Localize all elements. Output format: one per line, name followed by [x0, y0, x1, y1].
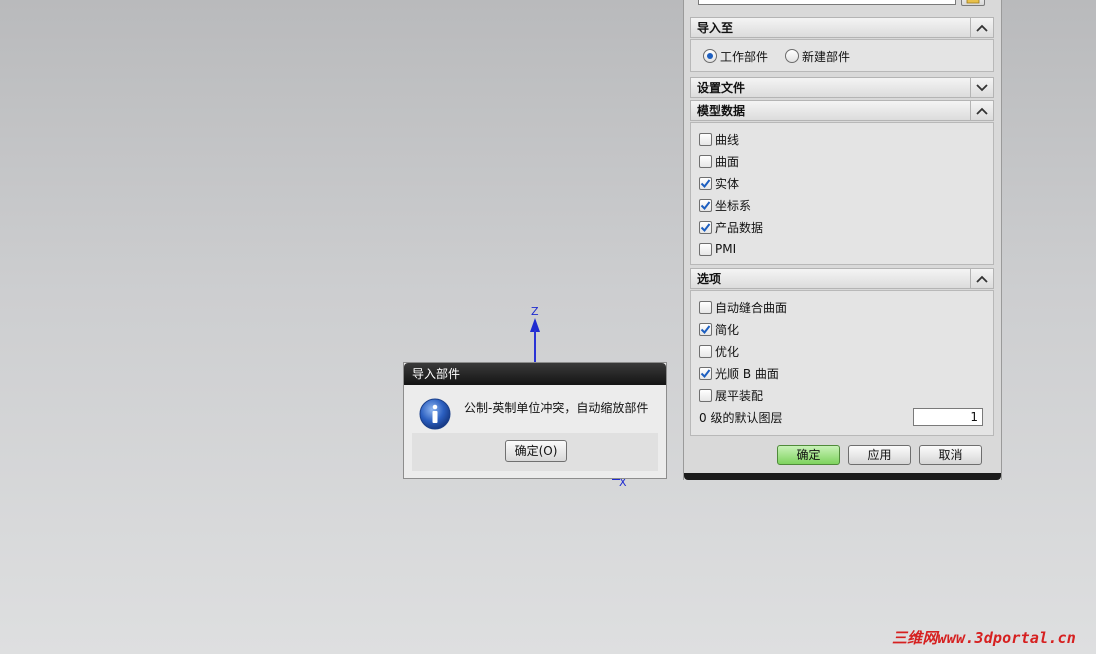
z-axis-line	[534, 330, 536, 364]
checkbox-unchecked-icon	[699, 132, 712, 146]
collapse-model-data-button[interactable]	[970, 101, 993, 120]
checkbox-solids[interactable]: 实体	[699, 173, 739, 193]
checkbox-csys-label: 坐标系	[715, 198, 752, 213]
chevron-up-icon	[976, 275, 988, 283]
checkbox-checked-icon	[699, 176, 712, 190]
checkbox-optimize-label: 优化	[715, 344, 740, 359]
checkbox-simplify[interactable]: 简化	[699, 319, 739, 339]
dialog-ok-button[interactable]: 确定(O)	[505, 440, 567, 462]
cancel-button[interactable]: 取消	[919, 445, 982, 465]
import-part-dialog: 导入部件 公制-英制单位冲突，自动缩放部件 确定(O)	[403, 362, 667, 479]
browse-folder-button[interactable]	[961, 0, 985, 6]
radio-work-part-label: 工作部件	[720, 49, 769, 64]
settings-file-header[interactable]: 设置文件	[690, 77, 994, 98]
chevron-up-icon	[976, 107, 988, 115]
radio-unselected-icon	[785, 49, 799, 63]
checkbox-unchecked-icon	[699, 388, 712, 402]
checkbox-simplify-label: 简化	[715, 322, 740, 337]
folder-icon	[966, 0, 980, 4]
options-body: 自动缝合曲面 简化 优化 光顺 B 曲面 展平装配 0 级的默认图层 1	[690, 290, 994, 436]
model-data-body: 曲线 曲面 实体 坐标系 产品数据 PMI	[690, 122, 994, 265]
checkbox-product-data[interactable]: 产品数据	[699, 217, 763, 237]
import-to-title: 导入至	[697, 21, 734, 35]
default-layer-label: 0 级的默认图层	[699, 410, 783, 425]
import-to-header[interactable]: 导入至	[690, 17, 994, 38]
default-layer-input[interactable]: 1	[913, 408, 983, 426]
import-options-panel: 导入至 工作部件 新建部件 设置文件 模型数据 曲线 曲面 实体 坐标系 产品数…	[683, 0, 1002, 480]
chevron-up-icon	[976, 24, 988, 32]
checkbox-flatten-assembly[interactable]: 展平装配	[699, 385, 763, 405]
apply-button[interactable]: 应用	[848, 445, 911, 465]
checkbox-smooth-bsurface[interactable]: 光顺 B 曲面	[699, 363, 779, 383]
options-header[interactable]: 选项	[690, 268, 994, 289]
dialog-titlebar[interactable]: 导入部件	[404, 363, 666, 385]
z-axis-label: Z	[531, 305, 539, 318]
collapse-options-button[interactable]	[970, 269, 993, 288]
checkbox-flatten-assembly-label: 展平装配	[715, 388, 764, 403]
checkbox-unchecked-icon	[699, 344, 712, 358]
checkbox-checked-icon	[699, 322, 712, 336]
checkbox-checked-icon	[699, 198, 712, 212]
chevron-down-icon	[976, 83, 988, 91]
default-layer-row: 0 级的默认图层	[699, 407, 782, 427]
expand-settings-file-button[interactable]	[970, 78, 993, 97]
radio-work-part[interactable]: 工作部件	[703, 46, 768, 66]
checkbox-unchecked-icon	[699, 242, 712, 256]
checkbox-auto-sew[interactable]: 自动缝合曲面	[699, 297, 787, 317]
checkbox-optimize[interactable]: 优化	[699, 341, 739, 361]
radio-new-part-label: 新建部件	[802, 49, 851, 64]
checkbox-surfaces-label: 曲面	[715, 154, 740, 169]
ok-button[interactable]: 确定	[777, 445, 840, 465]
checkbox-auto-sew-label: 自动缝合曲面	[715, 300, 788, 315]
dialog-title: 导入部件	[412, 367, 461, 381]
checkbox-csys[interactable]: 坐标系	[699, 195, 751, 215]
settings-file-title: 设置文件	[697, 81, 746, 95]
file-name-field[interactable]	[698, 0, 956, 5]
checkbox-curves[interactable]: 曲线	[699, 129, 739, 149]
radio-selected-icon	[703, 49, 717, 63]
checkbox-curves-label: 曲线	[715, 132, 740, 147]
options-title: 选项	[697, 272, 722, 286]
info-icon	[419, 398, 451, 430]
checkbox-checked-icon	[699, 366, 712, 380]
dialog-message: 公制-英制单位冲突，自动缩放部件	[464, 401, 649, 415]
panel-bottom-bar	[684, 473, 1001, 480]
import-to-body: 工作部件 新建部件	[690, 39, 994, 72]
checkbox-smooth-bsurface-label: 光顺 B 曲面	[715, 366, 779, 381]
checkbox-solids-label: 实体	[715, 176, 740, 191]
checkbox-surfaces[interactable]: 曲面	[699, 151, 739, 171]
radio-new-part[interactable]: 新建部件	[785, 46, 850, 66]
model-data-title: 模型数据	[697, 104, 746, 118]
watermark: 三维网www.3dportal.cn	[891, 629, 1076, 647]
checkbox-pmi[interactable]: PMI	[699, 239, 736, 259]
checkbox-unchecked-icon	[699, 154, 712, 168]
model-data-header[interactable]: 模型数据	[690, 100, 994, 121]
checkbox-checked-icon	[699, 220, 712, 234]
checkbox-product-data-label: 产品数据	[715, 220, 764, 235]
checkbox-pmi-label: PMI	[715, 242, 737, 256]
collapse-import-to-button[interactable]	[970, 18, 993, 37]
checkbox-unchecked-icon	[699, 300, 712, 314]
